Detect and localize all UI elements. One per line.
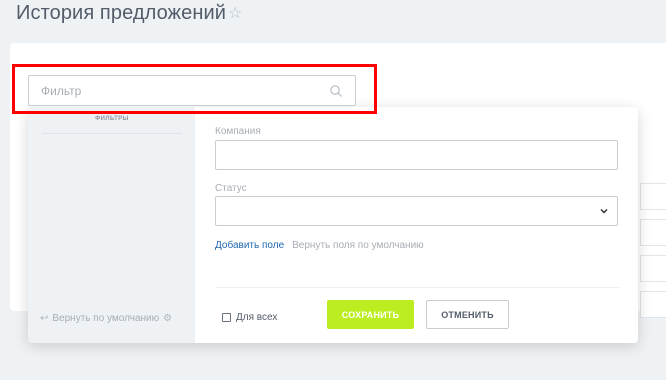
- filter-search-input[interactable]: [29, 76, 355, 105]
- reset-default-label: Вернуть по умолчанию: [52, 313, 160, 324]
- table-row: [640, 291, 666, 318]
- divider: [42, 133, 182, 134]
- filters-heading: ФИЛЬТРЫ: [95, 116, 129, 122]
- table-row: [640, 255, 666, 282]
- table-row: [640, 219, 666, 246]
- field-links: Добавить поле Вернуть поля по умолчанию: [215, 240, 424, 251]
- search-icon[interactable]: [329, 84, 343, 98]
- status-field-label: Статус: [215, 183, 247, 194]
- save-button[interactable]: СОХРАНИТЬ: [327, 300, 414, 329]
- restore-fields-link[interactable]: Вернуть поля по умолчанию: [292, 240, 424, 251]
- company-field-label: Компания: [215, 126, 261, 137]
- star-icon[interactable]: ☆: [228, 5, 242, 22]
- status-select[interactable]: [215, 196, 618, 226]
- checkbox-box[interactable]: [222, 313, 231, 322]
- undo-arrow-icon: ↩: [40, 313, 49, 324]
- page-title-text: История предложений: [16, 2, 227, 24]
- page-title: История предложений ☆: [16, 2, 242, 25]
- chevron-down-icon: [600, 208, 608, 214]
- add-field-link[interactable]: Добавить поле: [215, 240, 284, 251]
- cancel-button[interactable]: ОТМЕНИТЬ: [426, 300, 509, 329]
- company-field[interactable]: [215, 140, 618, 170]
- gear-icon[interactable]: ⚙: [163, 313, 172, 324]
- filter-search-box[interactable]: [28, 75, 356, 106]
- for-all-label: Для всех: [236, 312, 278, 323]
- divider: [215, 287, 620, 288]
- for-all-checkbox[interactable]: Для всех: [222, 312, 277, 323]
- reset-default-link[interactable]: ↩ Вернуть по умолчанию ⚙: [40, 313, 172, 324]
- filter-sidebar: ФИЛЬТРЫ ↩ Вернуть по умолчанию ⚙: [28, 107, 195, 343]
- table-row: [640, 183, 666, 210]
- filter-popup: ФИЛЬТРЫ ↩ Вернуть по умолчанию ⚙ Компани…: [28, 107, 638, 343]
